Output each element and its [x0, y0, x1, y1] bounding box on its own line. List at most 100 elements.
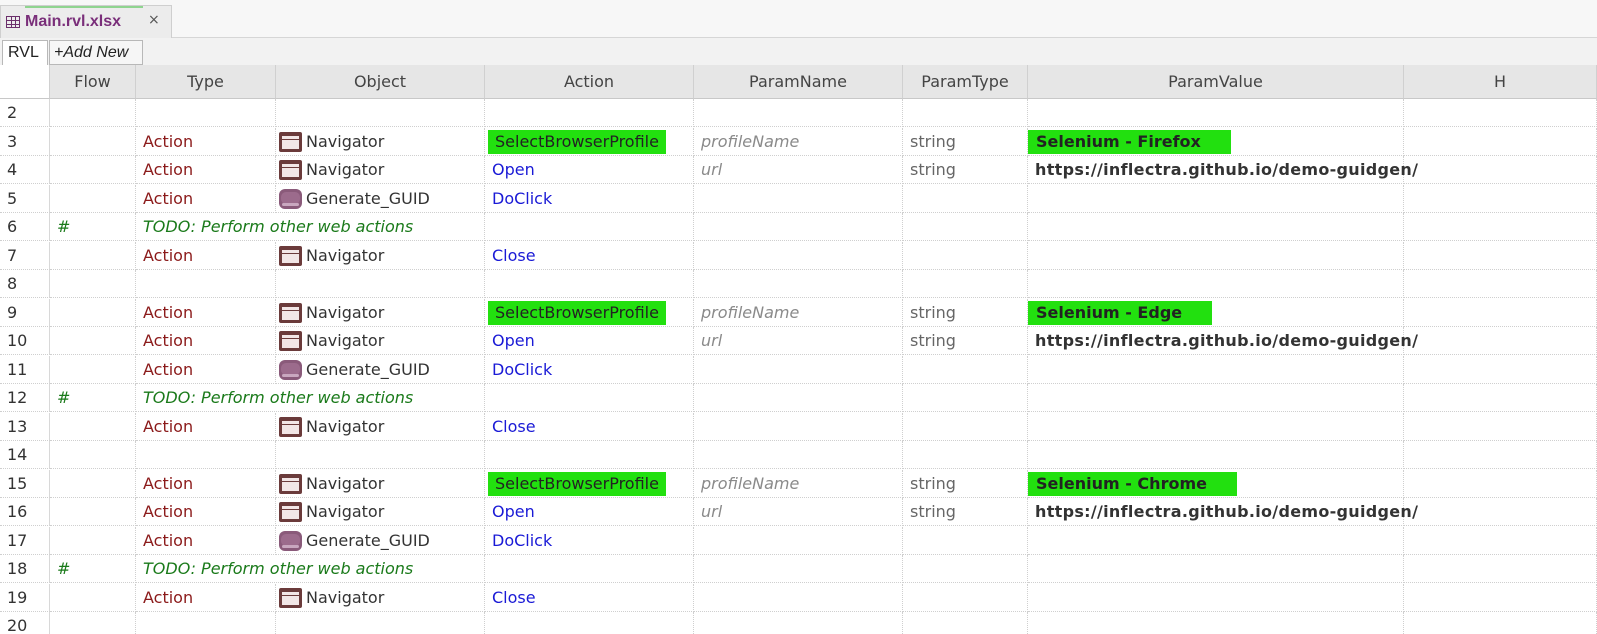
- file-tab-name[interactable]: Main.rvl.xlsx: [25, 13, 121, 31]
- cell-flow[interactable]: [50, 327, 136, 355]
- cell-paramtype[interactable]: [903, 412, 1028, 441]
- row-number[interactable]: 4: [0, 156, 50, 184]
- cell-flow[interactable]: [50, 241, 136, 270]
- cell-object[interactable]: Navigator: [276, 412, 485, 441]
- column-header-type[interactable]: Type: [136, 65, 276, 99]
- row-number[interactable]: 5: [0, 184, 50, 213]
- cell-action[interactable]: [485, 555, 694, 583]
- cell-paramvalue[interactable]: [1028, 555, 1404, 583]
- close-icon[interactable]: ×: [148, 12, 160, 28]
- cell-flow[interactable]: [50, 498, 136, 526]
- cell-paramvalue[interactable]: [1028, 270, 1404, 298]
- cell-paramname[interactable]: [694, 184, 903, 213]
- cell-flow[interactable]: [50, 156, 136, 184]
- cell-action[interactable]: DoClick: [485, 526, 694, 555]
- cell-action[interactable]: DoClick: [485, 355, 694, 384]
- cell-object[interactable]: [276, 612, 485, 634]
- column-header-paramname[interactable]: ParamName: [694, 65, 903, 99]
- column-header-paramtype[interactable]: ParamType: [903, 65, 1028, 99]
- cell-action[interactable]: [485, 441, 694, 469]
- cell-paramvalue[interactable]: https://inflectra.github.io/demo-guidgen…: [1028, 498, 1418, 526]
- cell-paramname[interactable]: [694, 241, 903, 270]
- cell-h[interactable]: [1404, 583, 1597, 612]
- row-number[interactable]: 15: [0, 469, 50, 498]
- cell-paramname[interactable]: [694, 441, 903, 469]
- cell-paramvalue[interactable]: [1028, 99, 1404, 127]
- cell-h[interactable]: [1404, 612, 1597, 634]
- row-number[interactable]: 8: [0, 270, 50, 298]
- row-number[interactable]: 12: [0, 384, 50, 412]
- cell-paramvalue[interactable]: [1028, 441, 1404, 469]
- cell-action[interactable]: Open: [485, 156, 694, 184]
- row-number[interactable]: 3: [0, 127, 50, 156]
- row-number[interactable]: 7: [0, 241, 50, 270]
- cell-h[interactable]: [1404, 241, 1597, 270]
- cell-type[interactable]: Action: [136, 412, 276, 441]
- cell-paramname[interactable]: [694, 412, 903, 441]
- row-number[interactable]: 10: [0, 327, 50, 355]
- cell-paramname[interactable]: url: [694, 156, 903, 184]
- cell-paramtype[interactable]: [903, 241, 1028, 270]
- cell-type[interactable]: Action: [136, 498, 276, 526]
- cell-flow[interactable]: [50, 612, 136, 634]
- cell-flow[interactable]: #: [50, 384, 136, 412]
- cell-action[interactable]: Open: [485, 327, 694, 355]
- cell-paramvalue[interactable]: [1028, 241, 1404, 270]
- cell-paramtype[interactable]: [903, 441, 1028, 469]
- cell-flow[interactable]: [50, 526, 136, 555]
- cell-h[interactable]: [1404, 99, 1597, 127]
- cell-type[interactable]: Action: [136, 583, 276, 612]
- cell-object[interactable]: Navigator: [276, 298, 485, 327]
- cell-type[interactable]: [136, 99, 276, 127]
- cell-paramtype[interactable]: [903, 270, 1028, 298]
- cell-paramvalue[interactable]: https://inflectra.github.io/demo-guidgen…: [1028, 327, 1418, 355]
- cell-paramtype[interactable]: [903, 355, 1028, 384]
- cell-paramname[interactable]: profileName: [694, 298, 903, 327]
- cell-action[interactable]: Close: [485, 241, 694, 270]
- cell-paramname[interactable]: url: [694, 327, 903, 355]
- cell-type[interactable]: Action: [136, 469, 276, 498]
- cell-object[interactable]: Navigator: [276, 156, 485, 184]
- cell-object[interactable]: Navigator: [276, 241, 485, 270]
- cell-action[interactable]: Open: [485, 498, 694, 526]
- cell-comment[interactable]: TODO: Perform other web actions: [136, 213, 485, 241]
- column-header-object[interactable]: Object: [276, 65, 485, 99]
- cell-h[interactable]: [1404, 526, 1597, 555]
- sheet-tab-rvl[interactable]: RVL: [2, 40, 48, 65]
- corner-cell[interactable]: [0, 65, 50, 99]
- cell-paramname[interactable]: [694, 612, 903, 634]
- cell-paramvalue[interactable]: https://inflectra.github.io/demo-guidgen…: [1028, 156, 1418, 184]
- cell-h[interactable]: [1404, 270, 1597, 298]
- cell-h[interactable]: [1404, 469, 1597, 498]
- cell-flow[interactable]: [50, 441, 136, 469]
- cell-action[interactable]: SelectBrowserProfile: [485, 127, 694, 156]
- cell-h[interactable]: [1404, 156, 1597, 184]
- row-number[interactable]: 18: [0, 555, 50, 583]
- cell-paramname[interactable]: [694, 384, 903, 412]
- cell-h[interactable]: [1404, 327, 1597, 355]
- cell-paramtype[interactable]: [903, 555, 1028, 583]
- cell-paramtype[interactable]: [903, 526, 1028, 555]
- cell-paramtype[interactable]: [903, 612, 1028, 634]
- cell-paramtype[interactable]: [903, 583, 1028, 612]
- column-header-h[interactable]: H: [1404, 65, 1597, 99]
- cell-flow[interactable]: [50, 127, 136, 156]
- cell-flow[interactable]: #: [50, 555, 136, 583]
- cell-paramtype[interactable]: [903, 384, 1028, 412]
- cell-paramvalue[interactable]: [1028, 355, 1404, 384]
- cell-paramtype[interactable]: string: [903, 469, 1028, 498]
- cell-flow[interactable]: [50, 298, 136, 327]
- cell-h[interactable]: [1404, 184, 1597, 213]
- cell-flow[interactable]: [50, 270, 136, 298]
- cell-flow[interactable]: [50, 99, 136, 127]
- cell-type[interactable]: Action: [136, 184, 276, 213]
- cell-type[interactable]: Action: [136, 327, 276, 355]
- cell-flow[interactable]: [50, 583, 136, 612]
- cell-flow[interactable]: [50, 184, 136, 213]
- cell-object[interactable]: Generate_GUID: [276, 526, 485, 555]
- cell-flow[interactable]: [50, 469, 136, 498]
- cell-object[interactable]: Navigator: [276, 127, 485, 156]
- cell-comment[interactable]: TODO: Perform other web actions: [136, 384, 485, 412]
- cell-paramname[interactable]: [694, 99, 903, 127]
- cell-object[interactable]: Generate_GUID: [276, 184, 485, 213]
